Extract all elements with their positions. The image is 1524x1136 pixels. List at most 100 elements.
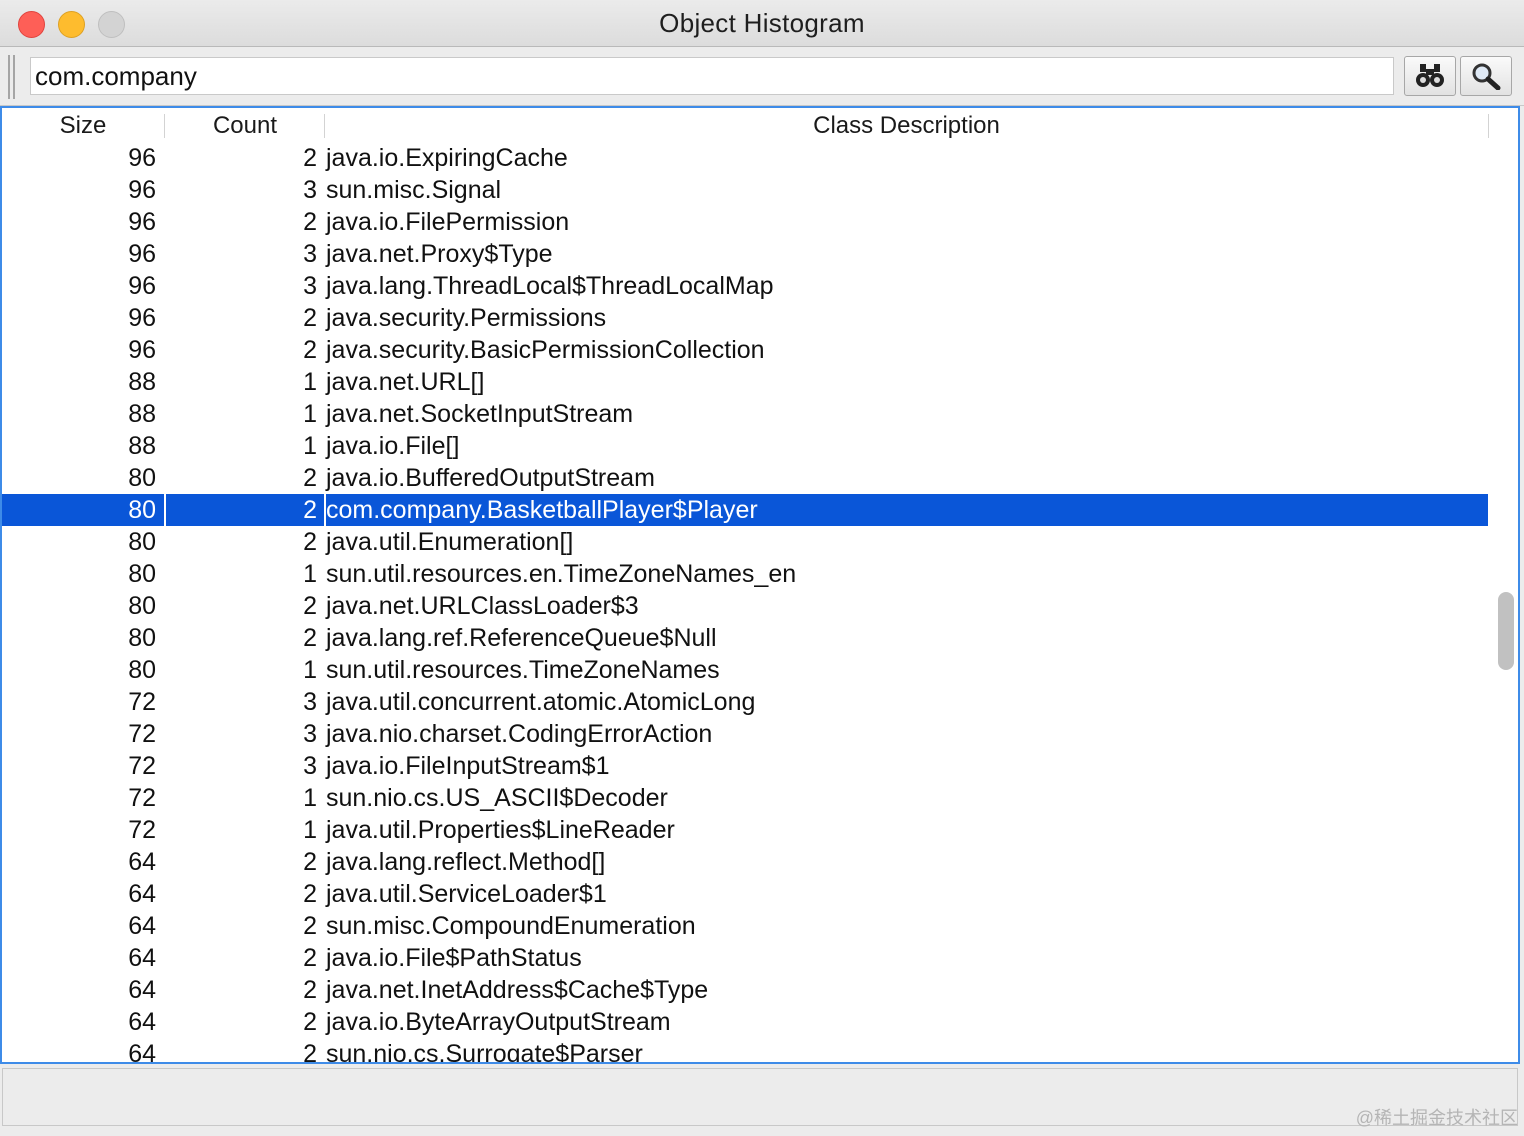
size-cell: 88	[128, 368, 156, 396]
table-row[interactable]: 80 1 sun.util.resources.TimeZoneNames	[2, 654, 1488, 686]
table-row[interactable]: 80 2 java.lang.ref.ReferenceQueue$Null	[2, 622, 1488, 654]
table-row[interactable]: 88 1 java.io.File[]	[2, 430, 1488, 462]
size-cell: 72	[128, 720, 156, 748]
status-bar: @稀土掘金技术社区	[0, 1066, 1524, 1136]
table-row[interactable]: 72 3 java.util.concurrent.atomic.AtomicLon…	[2, 686, 1488, 718]
magnifier-icon	[1472, 63, 1501, 90]
class-description-cell: com.company.BasketballPlayer$Player	[326, 496, 758, 524]
size-cell: 80	[128, 592, 156, 620]
search-input[interactable]	[30, 57, 1394, 95]
class-description-cell: java.util.Enumeration[]	[326, 528, 574, 556]
size-cell: 96	[128, 336, 156, 364]
table-row[interactable]: 64 2 java.io.ByteArrayOutputStream	[2, 1006, 1488, 1038]
table-header: Size Count Class Description	[2, 108, 1489, 142]
cell-divider	[164, 494, 166, 526]
class-description-cell: java.util.Properties$LineReader	[326, 816, 675, 844]
class-description-cell: sun.util.resources.en.TimeZoneNames_en	[326, 560, 797, 588]
count-cell: 2	[303, 528, 317, 556]
table-row[interactable]: 88 1 java.net.URL[]	[2, 366, 1488, 398]
count-cell: 2	[303, 496, 317, 524]
table-row[interactable]: 72 1 java.util.Properties$LineReader	[2, 814, 1488, 846]
class-description-cell: java.nio.charset.CodingErrorAction	[326, 720, 713, 748]
window-title: Object Histogram	[659, 8, 865, 38]
count-cell: 2	[303, 976, 317, 1004]
binoculars-icon	[1416, 64, 1444, 87]
class-description-cell: java.net.Proxy$Type	[326, 240, 553, 268]
class-description-cell: java.net.SocketInputStream	[326, 400, 634, 428]
table-row[interactable]: 96 2 java.security.Permissions	[2, 302, 1488, 334]
count-cell: 2	[303, 336, 317, 364]
table-body: 96 2 java.io.ExpiringCache 96 3 sun.misc.Sign…	[2, 142, 1488, 1064]
count-cell: 1	[303, 784, 317, 812]
class-description-cell: sun.nio.cs.Surrogate$Parser	[326, 1040, 643, 1064]
cell-divider	[324, 494, 326, 526]
class-description-cell: java.io.ExpiringCache	[326, 144, 568, 172]
class-description-cell: java.io.FileInputStream$1	[326, 752, 610, 780]
class-description-cell: java.lang.ThreadLocal$ThreadLocalMap	[326, 272, 774, 300]
table-row[interactable]: 88 1 java.net.SocketInputStream	[2, 398, 1488, 430]
vertical-scrollbar-thumb[interactable]	[1498, 592, 1514, 670]
size-cell: 64	[128, 912, 156, 940]
table-row[interactable]: 80 2 java.net.URLClassLoader$3	[2, 590, 1488, 622]
table-row[interactable]: 96 3 sun.misc.Signal	[2, 174, 1488, 206]
class-description-cell: java.util.concurrent.atomic.AtomicLong	[326, 688, 756, 716]
size-cell: 96	[128, 240, 156, 268]
size-cell: 72	[128, 688, 156, 716]
table-row[interactable]: 96 2 java.security.BasicPermissionCollecti…	[2, 334, 1488, 366]
count-cell: 2	[303, 208, 317, 236]
count-cell: 2	[303, 464, 317, 492]
table-row[interactable]: 72 3 java.nio.charset.CodingErrorAction	[2, 718, 1488, 750]
table-row[interactable]: 64 2 java.net.InetAddress$Cache$Type	[2, 974, 1488, 1006]
size-cell: 64	[128, 1008, 156, 1036]
size-cell: 80	[128, 464, 156, 492]
class-description-cell: java.io.FilePermission	[326, 208, 570, 236]
table-row[interactable]: 80 2 java.io.BufferedOutputStream	[2, 462, 1488, 494]
table-row[interactable]: 64 2 java.lang.reflect.Method[]	[2, 846, 1488, 878]
class-description-cell: java.io.File$PathStatus	[326, 944, 582, 972]
column-header-size[interactable]: Size	[2, 112, 164, 140]
class-description-cell: java.net.URLClassLoader$3	[326, 592, 639, 620]
size-cell: 88	[128, 432, 156, 460]
table-row[interactable]: 96 2 java.io.ExpiringCache	[2, 142, 1488, 174]
count-cell: 3	[303, 272, 317, 300]
size-cell: 96	[128, 208, 156, 236]
count-cell: 1	[303, 560, 317, 588]
count-cell: 1	[303, 368, 317, 396]
table-row[interactable]: 64 2 java.io.File$PathStatus	[2, 942, 1488, 974]
table-row[interactable]: 64 2 sun.nio.cs.Surrogate$Parser	[2, 1038, 1488, 1064]
size-cell: 80	[128, 560, 156, 588]
class-description-cell: java.io.File[]	[326, 432, 460, 460]
table-row[interactable]: 96 2 java.io.FilePermission	[2, 206, 1488, 238]
search-button[interactable]	[1460, 56, 1512, 96]
table-row[interactable]: 72 3 java.io.FileInputStream$1	[2, 750, 1488, 782]
size-cell: 64	[128, 880, 156, 908]
table-row[interactable]: 72 1 sun.nio.cs.US_ASCII$Decoder	[2, 782, 1488, 814]
table-row[interactable]: 96 3 java.net.Proxy$Type	[2, 238, 1488, 270]
size-cell: 72	[128, 752, 156, 780]
table-row[interactable]: 64 2 sun.misc.CompoundEnumeration	[2, 910, 1488, 942]
column-header-class-description[interactable]: Class Description	[325, 112, 1488, 140]
count-cell: 1	[303, 400, 317, 428]
count-cell: 3	[303, 176, 317, 204]
class-description-cell: java.io.ByteArrayOutputStream	[326, 1008, 671, 1036]
class-description-cell: java.util.ServiceLoader$1	[326, 880, 607, 908]
class-description-cell: java.net.URL[]	[326, 368, 485, 396]
count-cell: 2	[303, 144, 317, 172]
count-cell: 2	[303, 1040, 317, 1064]
table-row[interactable]: 96 3 java.lang.ThreadLocal$ThreadLocalMap	[2, 270, 1488, 302]
count-cell: 2	[303, 304, 317, 332]
size-cell: 96	[128, 176, 156, 204]
size-cell: 64	[128, 1040, 156, 1064]
count-cell: 1	[303, 432, 317, 460]
title-bar: Object Histogram	[0, 0, 1524, 47]
table-row[interactable]: 80 2 java.util.Enumeration[]	[2, 526, 1488, 558]
table-row[interactable]: 80 1 sun.util.resources.en.TimeZoneNames_e…	[2, 558, 1488, 590]
find-button[interactable]	[1404, 56, 1456, 96]
column-header-count[interactable]: Count	[165, 112, 325, 140]
toolbar-grip-handle[interactable]	[8, 55, 15, 99]
table-row[interactable]: 80 2 com.company.BasketballPlayer$Player	[2, 494, 1488, 526]
table-row[interactable]: 64 2 java.util.ServiceLoader$1	[2, 878, 1488, 910]
count-cell: 2	[303, 1008, 317, 1036]
class-description-cell: sun.misc.Signal	[326, 176, 502, 204]
class-description-cell: java.lang.ref.ReferenceQueue$Null	[326, 624, 717, 652]
